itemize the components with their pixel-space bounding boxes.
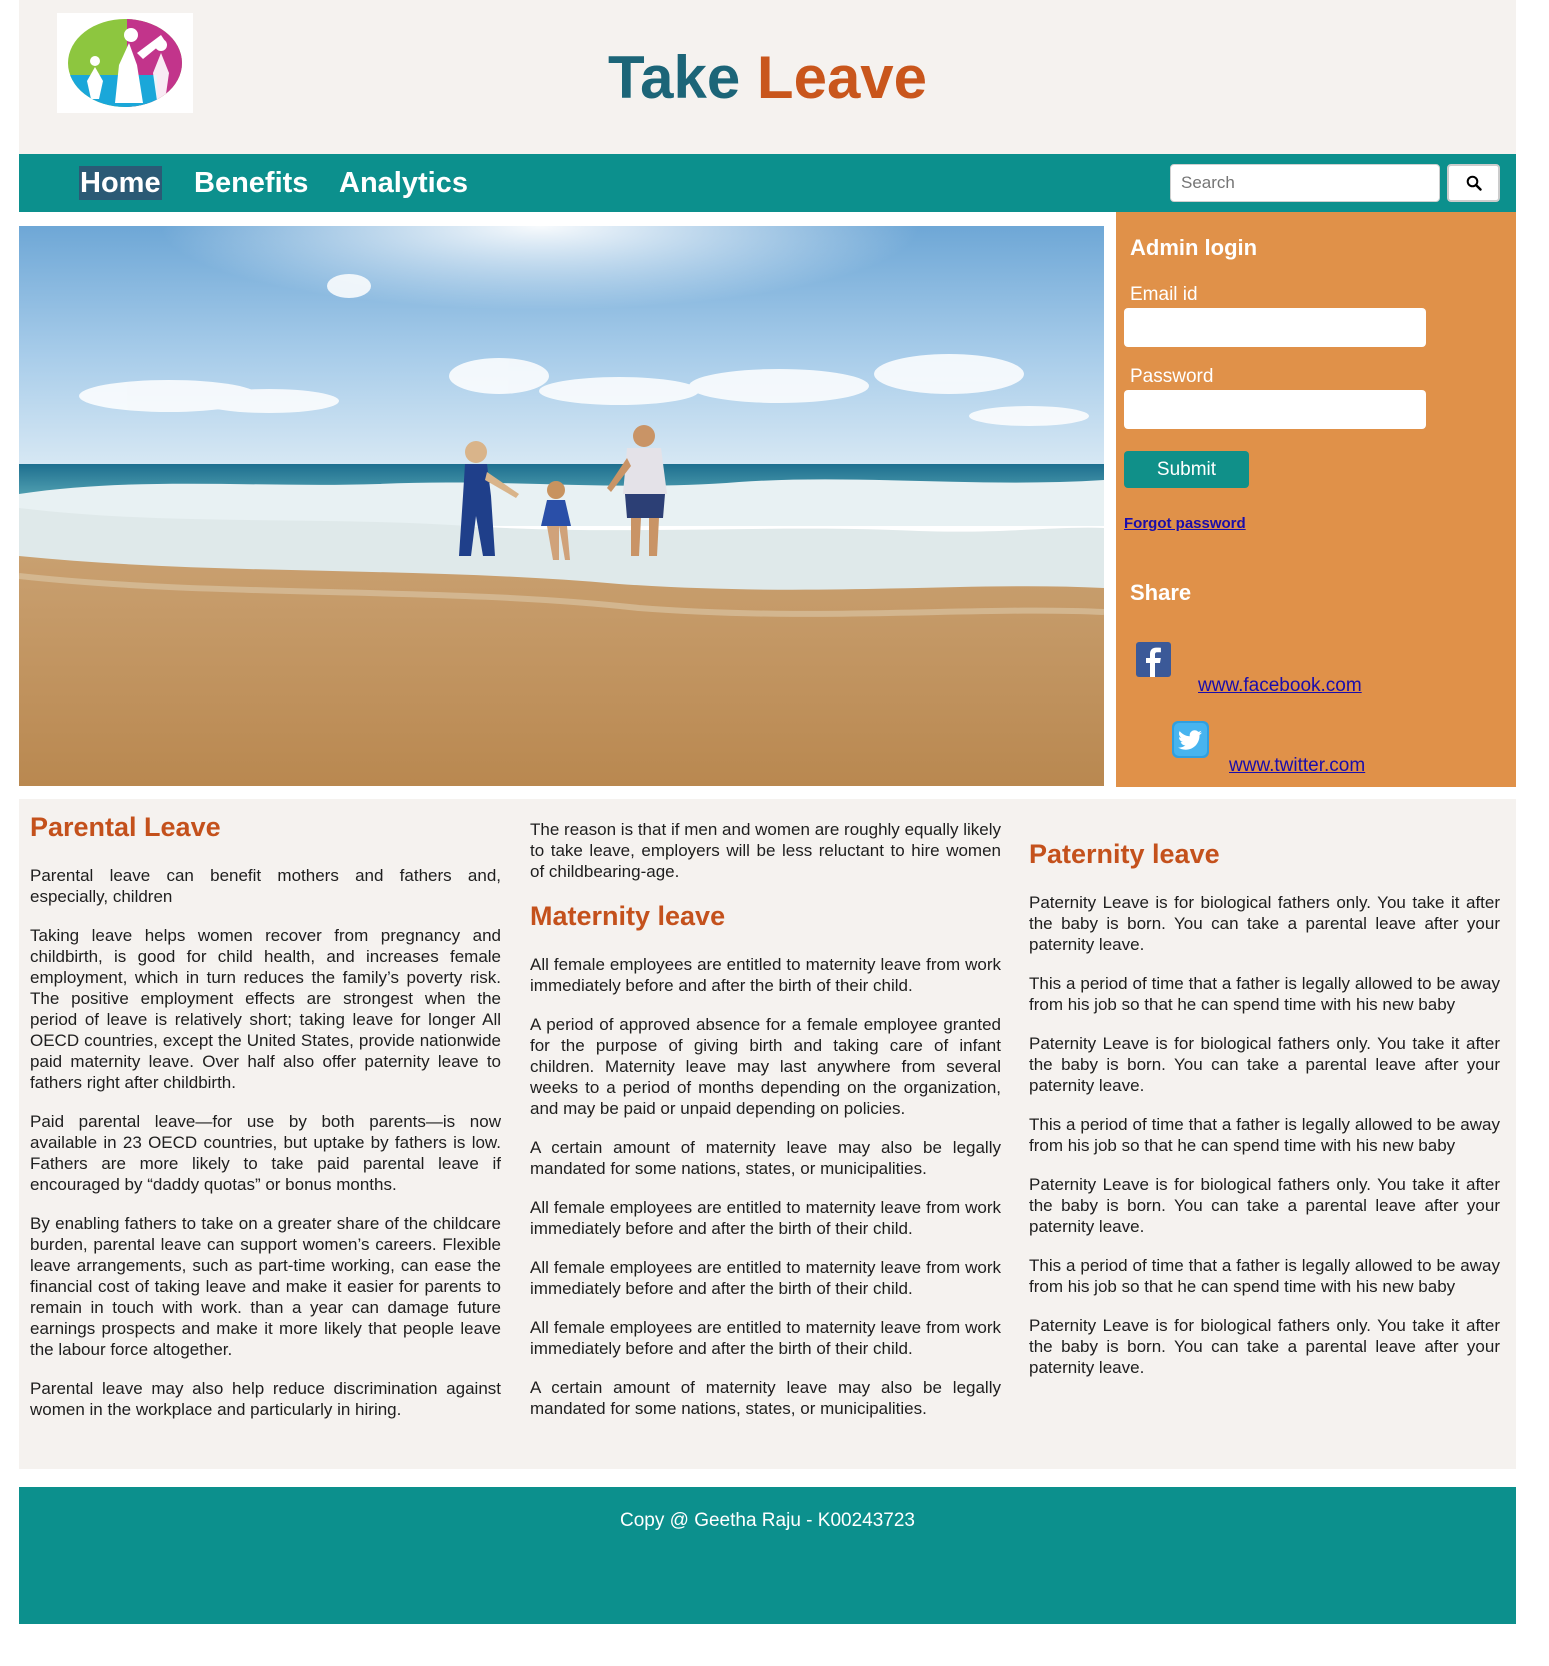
paragraph: Paid parental leave—for use by both pare… [30, 1112, 501, 1194]
password-label: Password [1130, 366, 1214, 387]
paragraph: All female employees are entitled to mat… [530, 1318, 1001, 1358]
paragraph: This a period of time that a father is l… [1029, 974, 1500, 1014]
search-icon [1466, 175, 1482, 191]
maternity-leave-heading: Maternity leave [530, 901, 726, 931]
nav-bar: Home Benefits Analytics [19, 154, 1516, 212]
facebook-icon[interactable] [1136, 642, 1171, 677]
paragraph: This a period of time that a father is l… [1029, 1256, 1500, 1296]
paragraph: A certain amount of maternity leave may … [530, 1378, 1001, 1418]
paragraph: The reason is that if men and women are … [530, 820, 1001, 881]
twitter-icon[interactable] [1172, 721, 1209, 758]
site-footer: Copy @ Geetha Raju - K00243723 [19, 1487, 1516, 1624]
password-field[interactable] [1124, 390, 1426, 429]
paragraph: Paternity Leave is for biological father… [1029, 1175, 1500, 1236]
hero-image [19, 226, 1104, 786]
paragraph: All female employees are entitled to mat… [530, 1258, 1001, 1298]
site-header: Take Leave [19, 0, 1516, 154]
paragraph: A period of approved absence for a femal… [530, 1015, 1001, 1118]
parental-leave-heading: Parental Leave [30, 812, 221, 842]
paragraph: Paternity Leave is for biological father… [1029, 893, 1500, 954]
search-input[interactable] [1170, 164, 1440, 202]
nav-home[interactable]: Home [79, 166, 162, 200]
paternity-leave-column: Paternity leave Paternity Leave is for b… [1029, 838, 1500, 1396]
paragraph: All female employees are entitled to mat… [530, 955, 1001, 995]
paragraph: All female employees are entitled to mat… [530, 1198, 1001, 1238]
forgot-password-link[interactable]: Forgot password [1124, 515, 1246, 532]
sidebar: Admin login Email id Password Submit For… [1116, 212, 1516, 787]
paragraph: Parental leave can benefit mothers and f… [30, 866, 501, 906]
email-label: Email id [1130, 284, 1198, 305]
submit-button[interactable]: Submit [1124, 451, 1249, 488]
paragraph: Paternity Leave is for biological father… [1029, 1316, 1500, 1377]
maternity-leave-column: The reason is that if men and women are … [530, 819, 1001, 1437]
email-field[interactable] [1124, 308, 1426, 347]
nav-benefits[interactable]: Benefits [193, 166, 309, 200]
share-heading: Share [1130, 580, 1192, 605]
parental-leave-column: Parental Leave Parental leave can benefi… [30, 811, 501, 1438]
paragraph: By enabling fathers to take on a greater… [30, 1214, 501, 1359]
paragraph: Taking leave helps women recover from pr… [30, 926, 501, 1092]
twitter-link[interactable]: www.twitter.com [1229, 755, 1365, 777]
paragraph: This a period of time that a father is l… [1029, 1115, 1500, 1155]
beach-family-photo [19, 226, 1104, 786]
paragraph: Parental leave may also help reduce disc… [30, 1379, 501, 1419]
paternity-leave-heading: Paternity leave [1029, 839, 1220, 869]
site-title-part-1: Take [607, 44, 741, 111]
site-title: Take Leave [19, 42, 1516, 114]
content-area: Parental Leave Parental leave can benefi… [19, 799, 1516, 1469]
paragraph: A certain amount of maternity leave may … [530, 1138, 1001, 1178]
admin-login-heading: Admin login [1130, 235, 1258, 260]
copyright-text: Copy @ Geetha Raju - K00243723 [620, 1510, 915, 1531]
site-title-part-2: Leave [756, 44, 928, 111]
facebook-link[interactable]: www.facebook.com [1198, 675, 1362, 697]
nav-analytics[interactable]: Analytics [338, 166, 469, 200]
search-button[interactable] [1447, 164, 1500, 202]
paragraph: Paternity Leave is for biological father… [1029, 1034, 1500, 1095]
